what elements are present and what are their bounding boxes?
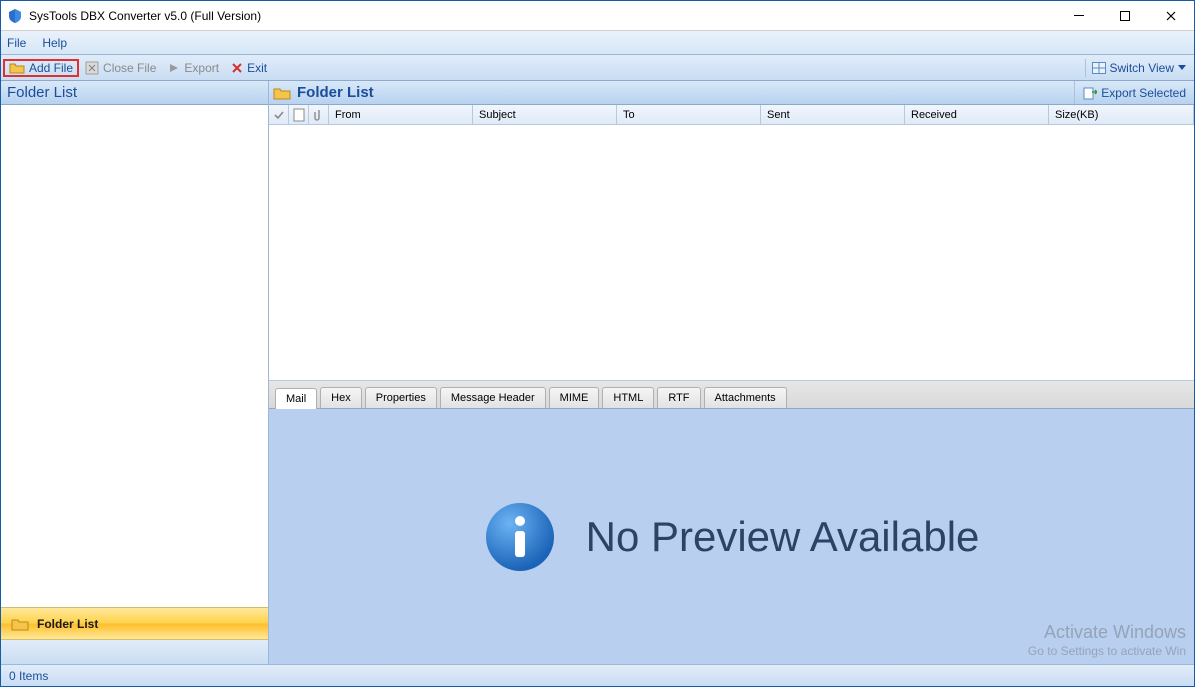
exit-button[interactable]: Exit (225, 59, 273, 77)
menu-file[interactable]: File (7, 36, 26, 50)
no-preview-text: No Preview Available (586, 513, 980, 561)
folder-tree[interactable] (1, 105, 268, 607)
col-to[interactable]: To (617, 105, 761, 124)
folder-icon (273, 85, 291, 101)
maximize-button[interactable] (1102, 1, 1148, 30)
tab-mime[interactable]: MIME (549, 387, 600, 408)
export-selected-icon (1083, 86, 1097, 100)
tab-message-header[interactable]: Message Header (440, 387, 546, 408)
exit-label: Exit (247, 61, 267, 75)
tab-mail[interactable]: Mail (275, 388, 317, 409)
content-pane: Folder List Export Selected From Subject… (269, 81, 1194, 664)
folder-list-label: Folder List (37, 617, 98, 631)
mail-list-body[interactable] (269, 125, 1194, 381)
switch-view-label: Switch View (1110, 61, 1174, 75)
mail-list-header: From Subject To Sent Received Size(KB) (269, 105, 1194, 125)
sidebar-footer-strip (1, 640, 268, 664)
col-size[interactable]: Size(KB) (1049, 105, 1194, 124)
tab-hex[interactable]: Hex (320, 387, 362, 408)
export-label: Export (184, 61, 219, 75)
list-panel-header: Folder List Export Selected (269, 81, 1194, 105)
info-icon (484, 501, 556, 573)
folder-list-button[interactable]: Folder List (1, 608, 268, 640)
watermark-line1: Activate Windows (1028, 622, 1186, 644)
watermark-line2: Go to Settings to activate Win (1028, 644, 1186, 658)
preview-pane: No Preview Available Activate Windows Go… (269, 409, 1194, 664)
col-sent[interactable]: Sent (761, 105, 905, 124)
sidebar-header: Folder List (1, 81, 268, 105)
toolbar: Add File Close File Export Exit Switch V… (1, 55, 1194, 81)
preview-tabstrip: Mail Hex Properties Message Header MIME … (269, 381, 1194, 409)
col-checkbox[interactable] (269, 105, 289, 124)
close-button[interactable] (1148, 1, 1194, 30)
main-area: Folder List Folder List Folder List (1, 81, 1194, 664)
tab-attachments[interactable]: Attachments (704, 387, 787, 408)
status-bar: 0 Items (1, 664, 1194, 686)
folder-icon (11, 617, 29, 631)
app-icon (7, 8, 23, 24)
export-button[interactable]: Export (162, 59, 225, 77)
add-file-button[interactable]: Add File (3, 59, 79, 77)
col-received[interactable]: Received (905, 105, 1049, 124)
export-selected-button[interactable]: Export Selected (1074, 81, 1194, 104)
export-icon (168, 62, 180, 74)
windows-activation-watermark: Activate Windows Go to Settings to activ… (1028, 622, 1186, 658)
switch-view-button[interactable]: Switch View (1085, 59, 1192, 77)
col-message-icon[interactable] (289, 105, 309, 124)
col-from[interactable]: From (329, 105, 473, 124)
menu-bar: File Help (1, 31, 1194, 55)
title-bar: SysTools DBX Converter v5.0 (Full Versio… (1, 1, 1194, 31)
window-title: SysTools DBX Converter v5.0 (Full Versio… (29, 9, 261, 23)
export-selected-label: Export Selected (1101, 86, 1186, 100)
minimize-button[interactable] (1056, 1, 1102, 30)
close-file-icon (85, 61, 99, 75)
folder-open-icon (9, 61, 25, 75)
add-file-label: Add File (29, 61, 73, 75)
tab-rtf[interactable]: RTF (657, 387, 700, 408)
col-subject[interactable]: Subject (473, 105, 617, 124)
status-item-count: 0 Items (9, 669, 48, 683)
close-file-label: Close File (103, 61, 156, 75)
col-attachment-icon[interactable] (309, 105, 329, 124)
tab-html[interactable]: HTML (602, 387, 654, 408)
list-panel-title: Folder List (297, 84, 374, 101)
menu-help[interactable]: Help (42, 36, 67, 50)
tab-properties[interactable]: Properties (365, 387, 437, 408)
dropdown-icon (1178, 65, 1186, 71)
switch-view-icon (1092, 62, 1106, 74)
close-file-button[interactable]: Close File (79, 59, 162, 77)
window-controls (1056, 1, 1194, 30)
exit-icon (231, 62, 243, 74)
sidebar-bottom: Folder List (1, 607, 268, 664)
sidebar: Folder List Folder List (1, 81, 269, 664)
